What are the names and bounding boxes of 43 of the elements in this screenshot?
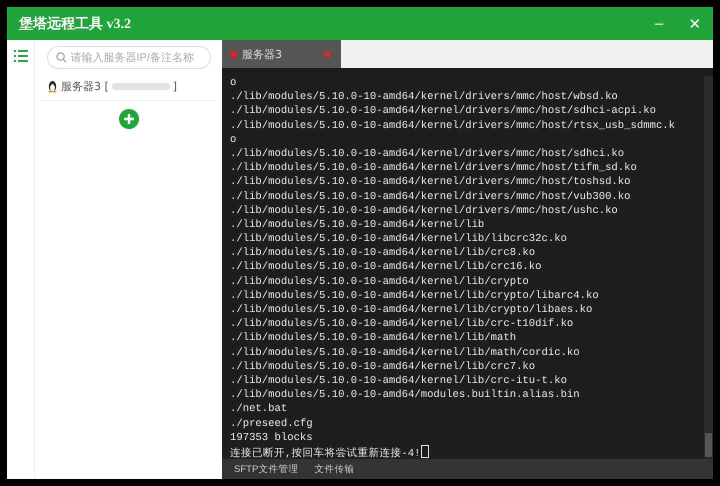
terminal-line: ./lib/modules/5.10.0-10-amd64/kernel/lib/libcrc32c.ko xyxy=(230,232,568,246)
terminal-line: ./net.bat xyxy=(230,402,288,416)
terminal-line: ./lib/modules/5.10.0-10-amd64/kernel/drivers/mmc/host/sdhci-acpi.ko xyxy=(230,104,657,119)
bottom-tab[interactable]: 文件传输 xyxy=(310,462,358,476)
terminal-line: 连接已断开,按回车将尝试重新连接-4! xyxy=(230,444,704,460)
terminal-line: ./lib/modules/5.10.0-10-amd64/kernel/lib xyxy=(230,218,486,232)
window-title: 堡塔远程工具 v3.2 xyxy=(19,15,131,32)
terminal-line: ./lib/modules/5.10.0-10-amd64/kernel/lib/crypto/libaes.ko xyxy=(230,303,594,318)
terminal-line: ./lib/modules/5.10.0-10-amd64/kernel/lib/crypto/libarc4.ko xyxy=(230,288,600,303)
terminal-line: 197353 blocks xyxy=(230,430,314,445)
search-icon xyxy=(56,52,66,63)
status-dot-icon xyxy=(230,50,237,58)
penguin-icon xyxy=(47,80,58,93)
terminal-line: ./preseed.cfg xyxy=(230,416,314,431)
minimize-button[interactable]: – xyxy=(641,7,677,40)
terminal-line: ./lib/modules/5.10.0-10-amd64/kernel/lib/crc16.ko xyxy=(230,260,543,275)
terminal-line: ./lib/modules/5.10.0-10-amd64/kernel/drivers/mmc/host/rtsx_usb_sdmmc.k xyxy=(230,118,676,133)
terminal-line: o xyxy=(230,76,238,90)
terminal-line: ./lib/modules/5.10.0-10-amd64/kernel/lib/math xyxy=(230,331,518,346)
terminal-line: ./lib/modules/5.10.0-10-amd64/kernel/drivers/mmc/host/ushc.ko xyxy=(230,204,619,218)
terminal-line: ./lib/modules/5.10.0-10-amd64/kernel/drivers/mmc/host/vub300.ko xyxy=(230,190,632,204)
terminal-line: ./lib/modules/5.10.0-10-amd64/kernel/drivers/mmc/host/toshsd.ko xyxy=(230,175,632,190)
add-button[interactable] xyxy=(118,109,138,129)
terminal-line: ./lib/modules/5.10.0-10-amd64/kernel/lib/crc7.ko xyxy=(230,360,536,374)
terminal-line: ./lib/modules/5.10.0-10-amd64/kernel/lib/crc-itu-t.ko xyxy=(230,374,568,388)
close-button[interactable]: ✕ xyxy=(677,7,713,40)
terminal-line: ./lib/modules/5.10.0-10-amd64/kernel/drivers/mmc/host/sdhci.ko xyxy=(230,146,626,162)
terminal-line: ./lib/modules/5.10.0-10-amd64/kernel/lib/crc8.ko xyxy=(230,246,536,260)
server-item[interactable]: 服务器3 [ ] xyxy=(41,79,216,101)
search-field[interactable]: 请输入服务器IP/备注名称 xyxy=(46,46,210,69)
tab[interactable]: 服务器3 ✕ xyxy=(222,40,341,68)
terminal-line: o xyxy=(230,132,238,147)
scrollbar-thumb[interactable] xyxy=(705,433,712,457)
bottom-tab[interactable]: SFTP文件管理 xyxy=(230,462,302,476)
terminal-line: ./lib/modules/5.10.0-10-amd64/kernel/lib/math/cordic.ko xyxy=(230,346,581,360)
plus-icon xyxy=(118,109,138,129)
terminal-line: ./lib/modules/5.10.0-10-amd64/kernel/lib/crc-t10dif.ko xyxy=(230,317,574,332)
terminal-line: ./lib/modules/5.10.0-10-amd64/modules.builtin.alias.bin xyxy=(230,388,581,402)
terminal-line: ./lib/modules/5.10.0-10-amd64/kernel/drivers/mmc/host/tifm_sd.ko xyxy=(230,161,638,176)
tab-label: 服务器3 xyxy=(242,46,283,62)
terminal-line: ./lib/modules/5.10.0-10-amd64/kernel/drivers/mmc/host/wbsd.ko xyxy=(230,90,619,104)
list-icon[interactable] xyxy=(14,50,28,62)
terminal-line: ./lib/modules/5.10.0-10-amd64/kernel/lib/crypto xyxy=(230,274,530,289)
